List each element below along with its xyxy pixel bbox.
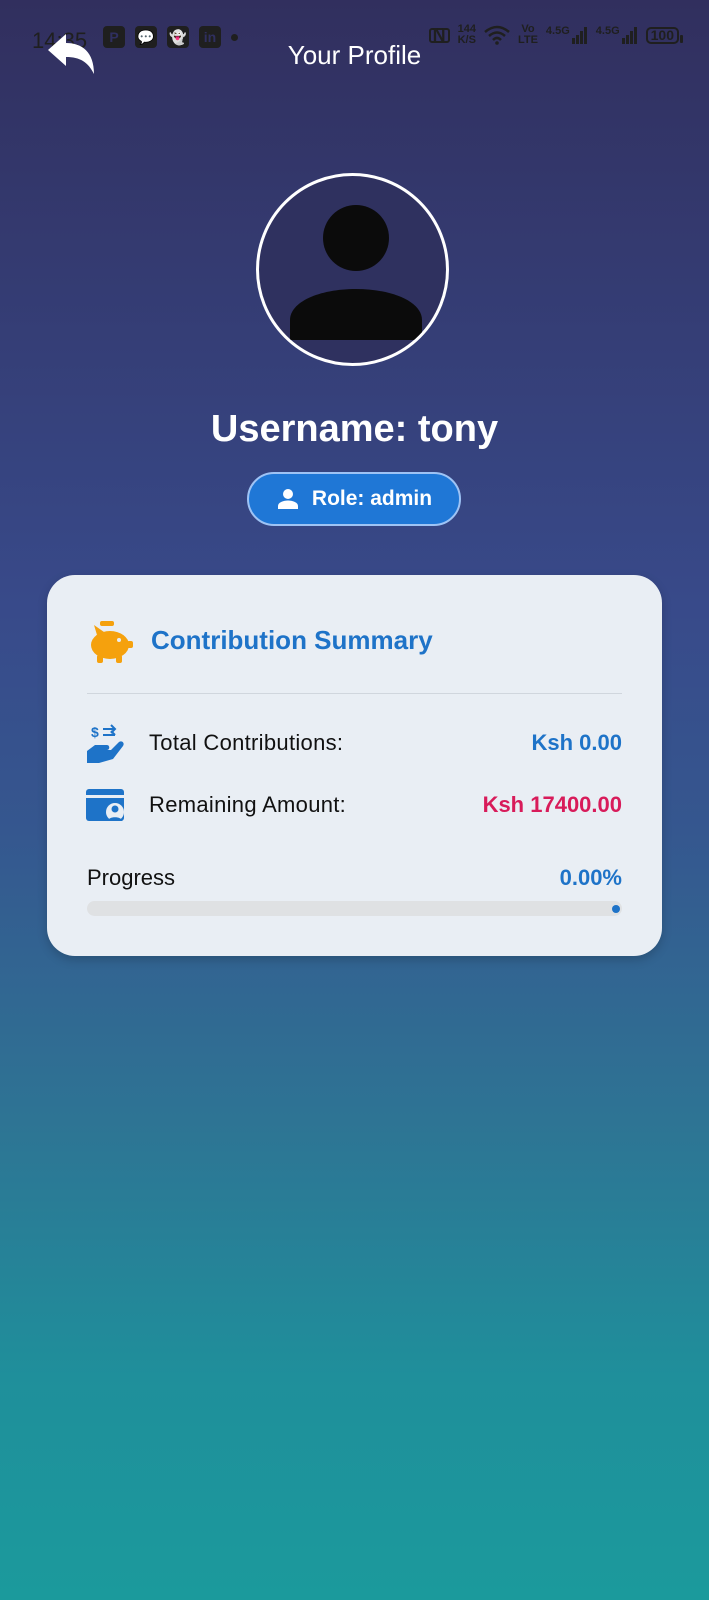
card-title: Contribution Summary	[151, 624, 433, 655]
person-icon	[290, 205, 422, 340]
money-hand-icon: $	[87, 724, 124, 763]
person-small-icon	[277, 489, 298, 509]
piggy-bank-icon	[91, 621, 133, 663]
total-contributions-label: Total Contributions:	[149, 730, 344, 755]
progress-end-indicator	[612, 905, 620, 913]
network-type-2: 4.5G	[595, 25, 620, 37]
progress-value: 0.00%	[559, 865, 622, 890]
remaining-amount-row: Remaining Amount: Ksh 17400.00	[85, 785, 622, 825]
card-header: Contribution Summary	[85, 615, 433, 665]
progress-label: Progress	[87, 865, 176, 890]
divider	[87, 693, 622, 694]
progress-bar	[87, 901, 622, 916]
remaining-amount-label: Remaining Amount:	[149, 792, 347, 817]
role-badge: Role: admin	[247, 472, 461, 526]
page-title: Your Profile	[287, 40, 422, 70]
contribution-summary-card: Contribution Summary $ Total Contributio…	[47, 575, 662, 956]
avatar	[256, 173, 449, 366]
wallet-person-icon	[86, 789, 124, 821]
username: Username: tony	[210, 408, 499, 450]
svg-text:$: $	[91, 724, 99, 740]
total-contributions-value: Ksh 0.00	[531, 730, 623, 755]
remaining-amount-value: Ksh 17400.00	[482, 792, 622, 817]
network-type-1: 4.5G	[545, 25, 570, 37]
role-label: Role: admin	[311, 487, 433, 510]
total-contributions-row: $ Total Contributions: Ksh 0.00	[85, 723, 622, 763]
